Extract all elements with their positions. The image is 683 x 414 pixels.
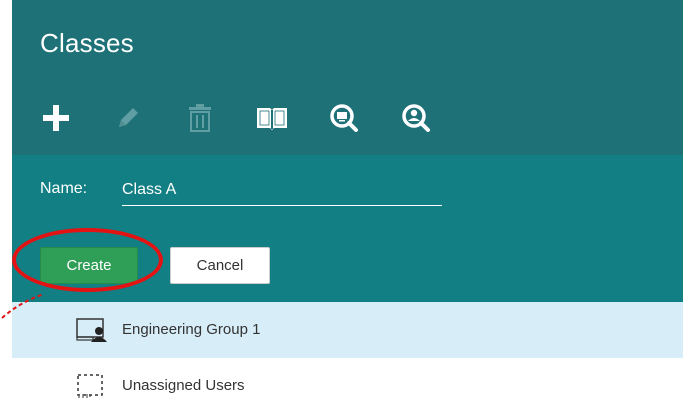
list-item-label: Unassigned Users	[122, 377, 245, 394]
book-icon	[257, 108, 287, 130]
header: Classes	[12, 0, 683, 155]
delete-button[interactable]	[182, 100, 218, 136]
name-label: Name:	[40, 180, 88, 197]
page-title: Classes	[40, 28, 134, 58]
class-form: Name: Create Cancel	[12, 155, 683, 302]
add-button[interactable]	[38, 100, 74, 136]
list-item-label: Engineering Group 1	[122, 321, 261, 338]
cancel-button[interactable]: Cancel	[170, 247, 270, 284]
monitor-search-icon	[330, 104, 358, 132]
list-item[interactable]: Unassigned Users	[12, 358, 683, 414]
name-input[interactable]	[122, 177, 442, 206]
search-computers-button[interactable]	[326, 100, 362, 136]
user-search-icon	[402, 104, 430, 132]
dashed-group-icon	[77, 374, 103, 398]
delete-icon	[189, 104, 211, 132]
edit-button[interactable]	[110, 100, 146, 136]
group-list: Engineering Group 1 Unassigned Users	[12, 302, 683, 414]
create-button[interactable]: Create	[40, 247, 138, 284]
computer-group-icon	[76, 318, 107, 342]
edit-icon	[119, 108, 138, 127]
search-users-button[interactable]	[398, 100, 434, 136]
book-button[interactable]	[254, 100, 290, 136]
add-icon	[43, 105, 69, 131]
classes-panel: Classes Name: Class A Create Cancel Engi…	[12, 0, 683, 412]
list-item[interactable]: Engineering Group 1	[12, 302, 683, 358]
